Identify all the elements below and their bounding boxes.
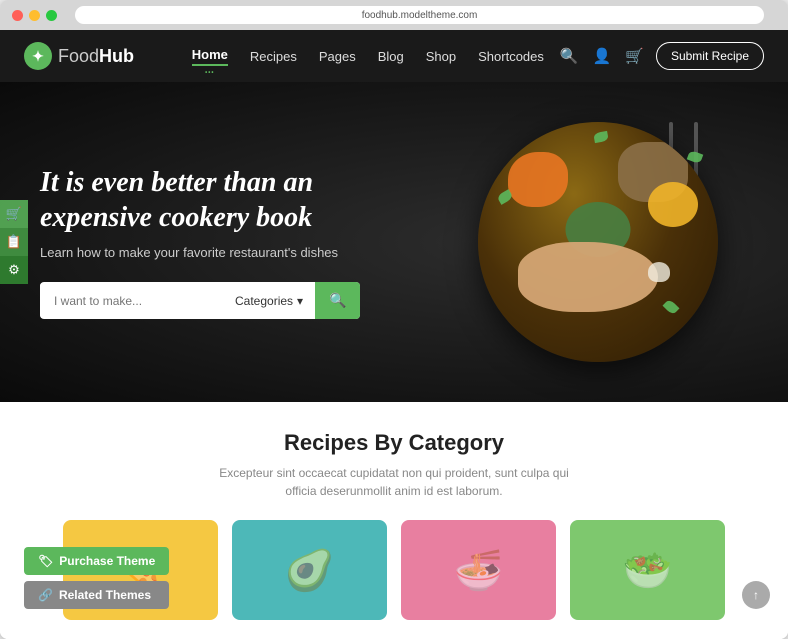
search-button[interactable]: 🔍 (315, 282, 360, 319)
scroll-top-icon: ↑ (753, 588, 759, 602)
nav-links: Home Recipes Pages Blog Shop Shortcodes (192, 47, 544, 66)
logo-icon: ✦ (24, 42, 52, 70)
nav-blog[interactable]: Blog (378, 49, 404, 64)
category-card-4[interactable]: 🥗 (570, 520, 725, 620)
side-recipe-icon[interactable]: 📋 (0, 228, 28, 256)
related-label: Related Themes (59, 588, 151, 602)
overlay-buttons: 🏷 Purchase Theme 🔗 Related Themes (24, 547, 169, 609)
maximize-button[interactable] (46, 10, 57, 21)
hero-content: It is even better than an expensive cook… (0, 165, 420, 319)
browser-window: foodhub.modeltheme.com ✦ FoodHub Home Re… (0, 0, 788, 639)
logo-bold: Hub (99, 46, 134, 66)
browser-content: ✦ FoodHub Home Recipes Pages Blog Shop S… (0, 30, 788, 639)
categories-dropdown[interactable]: Categories ▾ (223, 294, 315, 308)
side-cart-icon[interactable]: 🛒 (0, 200, 28, 228)
leaf-decoration-1 (687, 150, 704, 164)
navbar: ✦ FoodHub Home Recipes Pages Blog Shop S… (0, 30, 788, 82)
search-bar: Categories ▾ 🔍 (40, 282, 360, 319)
category-card-3[interactable]: 🍜 (401, 520, 556, 620)
nav-pages[interactable]: Pages (319, 49, 356, 64)
purchase-label: Purchase Theme (59, 554, 155, 568)
url-text: foodhub.modeltheme.com (362, 10, 478, 21)
section-subtitle: Excepteur sint occaecat cupidatat non qu… (204, 464, 584, 500)
user-icon[interactable]: 👤 (593, 47, 612, 65)
category-card-2[interactable]: 🥑 (232, 520, 387, 620)
side-icons: 🛒 📋 ⚙ (0, 200, 28, 284)
hero-title: It is even better than an expensive cook… (40, 165, 380, 235)
logo-text: FoodHub (58, 46, 134, 67)
garlic-decoration (648, 262, 670, 282)
categories-label: Categories (235, 294, 293, 308)
nav-recipes[interactable]: Recipes (250, 49, 297, 64)
close-button[interactable] (12, 10, 23, 21)
section-title: Recipes By Category (24, 430, 764, 456)
nav-shortcodes[interactable]: Shortcodes (478, 49, 544, 64)
food-bowl (478, 122, 718, 362)
related-themes-button[interactable]: 🔗 Related Themes (24, 581, 169, 609)
card-sketch-4: 🥗 (570, 520, 725, 620)
nav-shop[interactable]: Shop (426, 49, 456, 64)
address-bar[interactable]: foodhub.modeltheme.com (75, 6, 764, 24)
search-input[interactable] (40, 284, 223, 318)
food-mango (648, 182, 698, 227)
scroll-to-top-button[interactable]: ↑ (742, 581, 770, 609)
food-chicken (518, 242, 658, 312)
search-icon[interactable]: 🔍 (560, 47, 579, 65)
website: ✦ FoodHub Home Recipes Pages Blog Shop S… (0, 30, 788, 639)
browser-titlebar: foodhub.modeltheme.com (0, 0, 788, 30)
categories-section: Recipes By Category Excepteur sint occae… (0, 402, 788, 639)
cart-icon[interactable]: 🛒 (625, 47, 644, 65)
chevron-down-icon: ▾ (297, 294, 303, 308)
submit-recipe-button[interactable]: Submit Recipe (656, 42, 764, 70)
minimize-button[interactable] (29, 10, 40, 21)
purchase-icon: 🏷 (38, 554, 53, 568)
logo: ✦ FoodHub (24, 42, 134, 70)
nav-icons: 🔍 👤 🛒 (560, 47, 644, 65)
purchase-theme-button[interactable]: 🏷 Purchase Theme (24, 547, 169, 575)
side-settings-icon[interactable]: ⚙ (0, 256, 28, 284)
hero-subtitle: Learn how to make your favorite restaura… (40, 245, 380, 260)
nav-home[interactable]: Home (192, 47, 228, 66)
logo-light: Food (58, 46, 99, 66)
card-sketch-3: 🍜 (401, 520, 556, 620)
card-sketch-2: 🥑 (232, 520, 387, 620)
hero-food-image (468, 112, 728, 372)
hero-section: 🛒 📋 ⚙ (0, 82, 788, 402)
food-carrots (508, 152, 568, 207)
related-icon: 🔗 (38, 588, 53, 602)
